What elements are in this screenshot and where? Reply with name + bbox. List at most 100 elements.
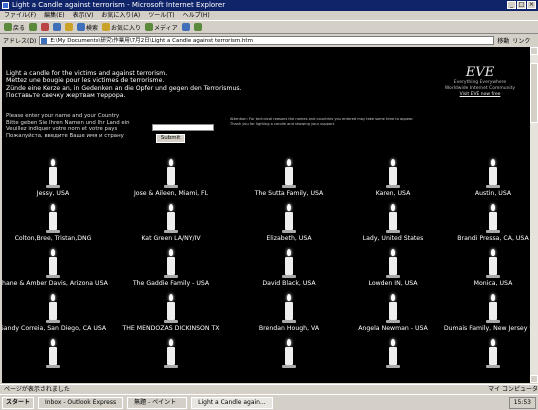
candle-item: Jessy, USA [2,159,118,197]
flame-icon [51,204,55,211]
eve-brand: EVE Everything Everywhere Worldwide Inte… [434,65,526,97]
menu-bar: ファイル(F) 編集(E) 表示(V) お気に入り(A) ツール(T) ヘルプ(… [0,11,538,20]
candle-item [2,339,118,370]
mail-button[interactable] [181,23,190,31]
stop-icon [41,23,50,31]
candle-item: Monica, USA [428,249,530,287]
toolbar: 戻る 検索 お気に入り メディア [0,20,538,34]
links-button[interactable]: リンク [512,36,530,45]
zone-text: マイ コンピュータ [488,386,538,393]
candle-item [106,339,236,370]
prompt-line-en: Please enter your name and your Country [6,113,120,119]
scroll-down-icon[interactable] [530,375,538,383]
intro-line-en: Light a candle for the victims and again… [6,70,168,77]
flame-icon [287,294,291,301]
back-arrow-icon [4,23,12,31]
intro-text: Light a candle for the victims and again… [6,70,242,100]
close-button[interactable]: × [527,1,536,9]
candle-icon [386,339,400,369]
candle-name: Jessy, USA [36,190,70,197]
candle-icon [282,249,296,279]
submit-button[interactable]: Submit [156,134,185,143]
flame-icon [491,339,495,346]
candle-item [428,339,530,370]
flame-icon [287,159,291,166]
flame-icon [287,249,291,256]
address-value: E:\My Documents\研究\作業用\7月2日\Light a Cand… [50,37,253,44]
title-bar: Light a Candle against terrorism - Micro… [0,0,538,11]
candle-icon [386,249,400,279]
taskbar-item-paint[interactable]: 無題 - ペイント [127,396,188,409]
name-country-input[interactable] [152,124,214,131]
candle-name: Sandy Correia, San Diego, CA USA [2,325,107,332]
candle-name: THE MENDOZAS DICKINSON TX [122,325,220,332]
name-prompt: Please enter your name and your Country … [6,113,130,139]
candle-item: The Gaddie Family - USA [106,249,236,287]
go-button[interactable]: 移動 [497,36,509,45]
candle-icon [46,249,60,279]
window-controls: _ □ × [507,1,536,9]
candle-icon [486,159,500,189]
candle-name: Monica, USA [473,280,513,287]
vertical-scrollbar[interactable] [530,47,538,383]
candle-name: Dumais Family, New Jersey USA [443,325,530,332]
candle-icon [46,339,60,369]
taskbar-item-outlook[interactable]: Inbox - Outlook Express [38,396,124,409]
candle-icon [386,204,400,234]
maximize-button[interactable]: □ [517,1,526,9]
notice-line-2: Thank you for lighting a candle and show… [230,122,336,126]
flame-icon [391,204,395,211]
address-bar: アドレス(D) E:\My Documents\研究\作業用\7月2日\Ligh… [0,34,538,46]
prompt-line-ru: Пожалуйста, введите Ваше имя и страну [6,132,124,139]
print-button[interactable] [193,23,202,31]
refresh-button[interactable] [53,23,62,31]
prompt-line-fr: Veuillez indiquer votre nom et votre pay… [6,126,118,133]
start-button[interactable]: スタート [2,396,35,409]
stop-button[interactable] [41,23,50,31]
print-icon [193,23,202,31]
candle-icon [486,294,500,324]
home-button[interactable] [65,23,74,31]
candle-item: Shane & Amber Davis, Arizona USA [2,249,118,287]
flame-icon [391,339,395,346]
scroll-up-icon[interactable] [530,47,538,55]
candle-icon [164,339,178,369]
system-tray-clock: 15:53 [508,396,536,409]
forward-button[interactable] [29,23,38,31]
notice-text: Attention: For technical reasons the nam… [230,117,414,127]
intro-line-de: Zünde eine Kerze an, in Gedenken an die … [6,84,242,92]
menu-favorites[interactable]: お気に入り(A) [101,11,140,20]
candle-icon [486,249,500,279]
flame-icon [169,204,173,211]
eve-link[interactable]: Visit EVE now free [434,92,526,97]
forward-arrow-icon [29,23,38,31]
page-content: Light a candle for the victims and again… [2,47,530,383]
media-button[interactable]: メディア [145,23,178,32]
menu-edit[interactable]: 編集(E) [44,11,64,20]
favorites-button[interactable]: お気に入り [102,23,141,32]
menu-tools[interactable]: ツール(T) [148,11,174,20]
menu-help[interactable]: ヘルプ(H) [183,11,210,20]
candle-name: The Gaddie Family - USA [132,280,210,287]
flame-icon [51,159,55,166]
intro-line-fr: Mettez une bougie pour les victimes de t… [6,77,165,85]
page-icon [41,37,48,44]
flame-icon [51,249,55,256]
prompt-line-de: Bitte geben Sie Ihren Namen und Ihr Land… [6,119,130,126]
candle-name: Colton,Bree, Tristan,DNG [14,235,92,242]
taskbar-item-ie[interactable]: Light a Candle again... [191,396,273,409]
minimize-button[interactable]: _ [507,1,516,9]
scroll-thumb[interactable] [530,63,538,123]
candle-name: Kat Green LA/NY/IV [141,235,201,242]
candle-icon [46,294,60,324]
back-button[interactable]: 戻る [4,23,25,32]
menu-view[interactable]: 表示(V) [73,11,94,20]
eve-logo[interactable]: EVE [434,65,526,80]
browser-window: Light a Candle against terrorism - Micro… [0,0,538,410]
address-input[interactable]: E:\My Documents\研究\作業用\7月2日\Light a Cand… [39,35,495,45]
media-icon [145,23,154,31]
flame-icon [51,339,55,346]
menu-file[interactable]: ファイル(F) [4,11,36,20]
candle-icon [486,204,500,234]
search-button[interactable]: 検索 [77,23,98,32]
